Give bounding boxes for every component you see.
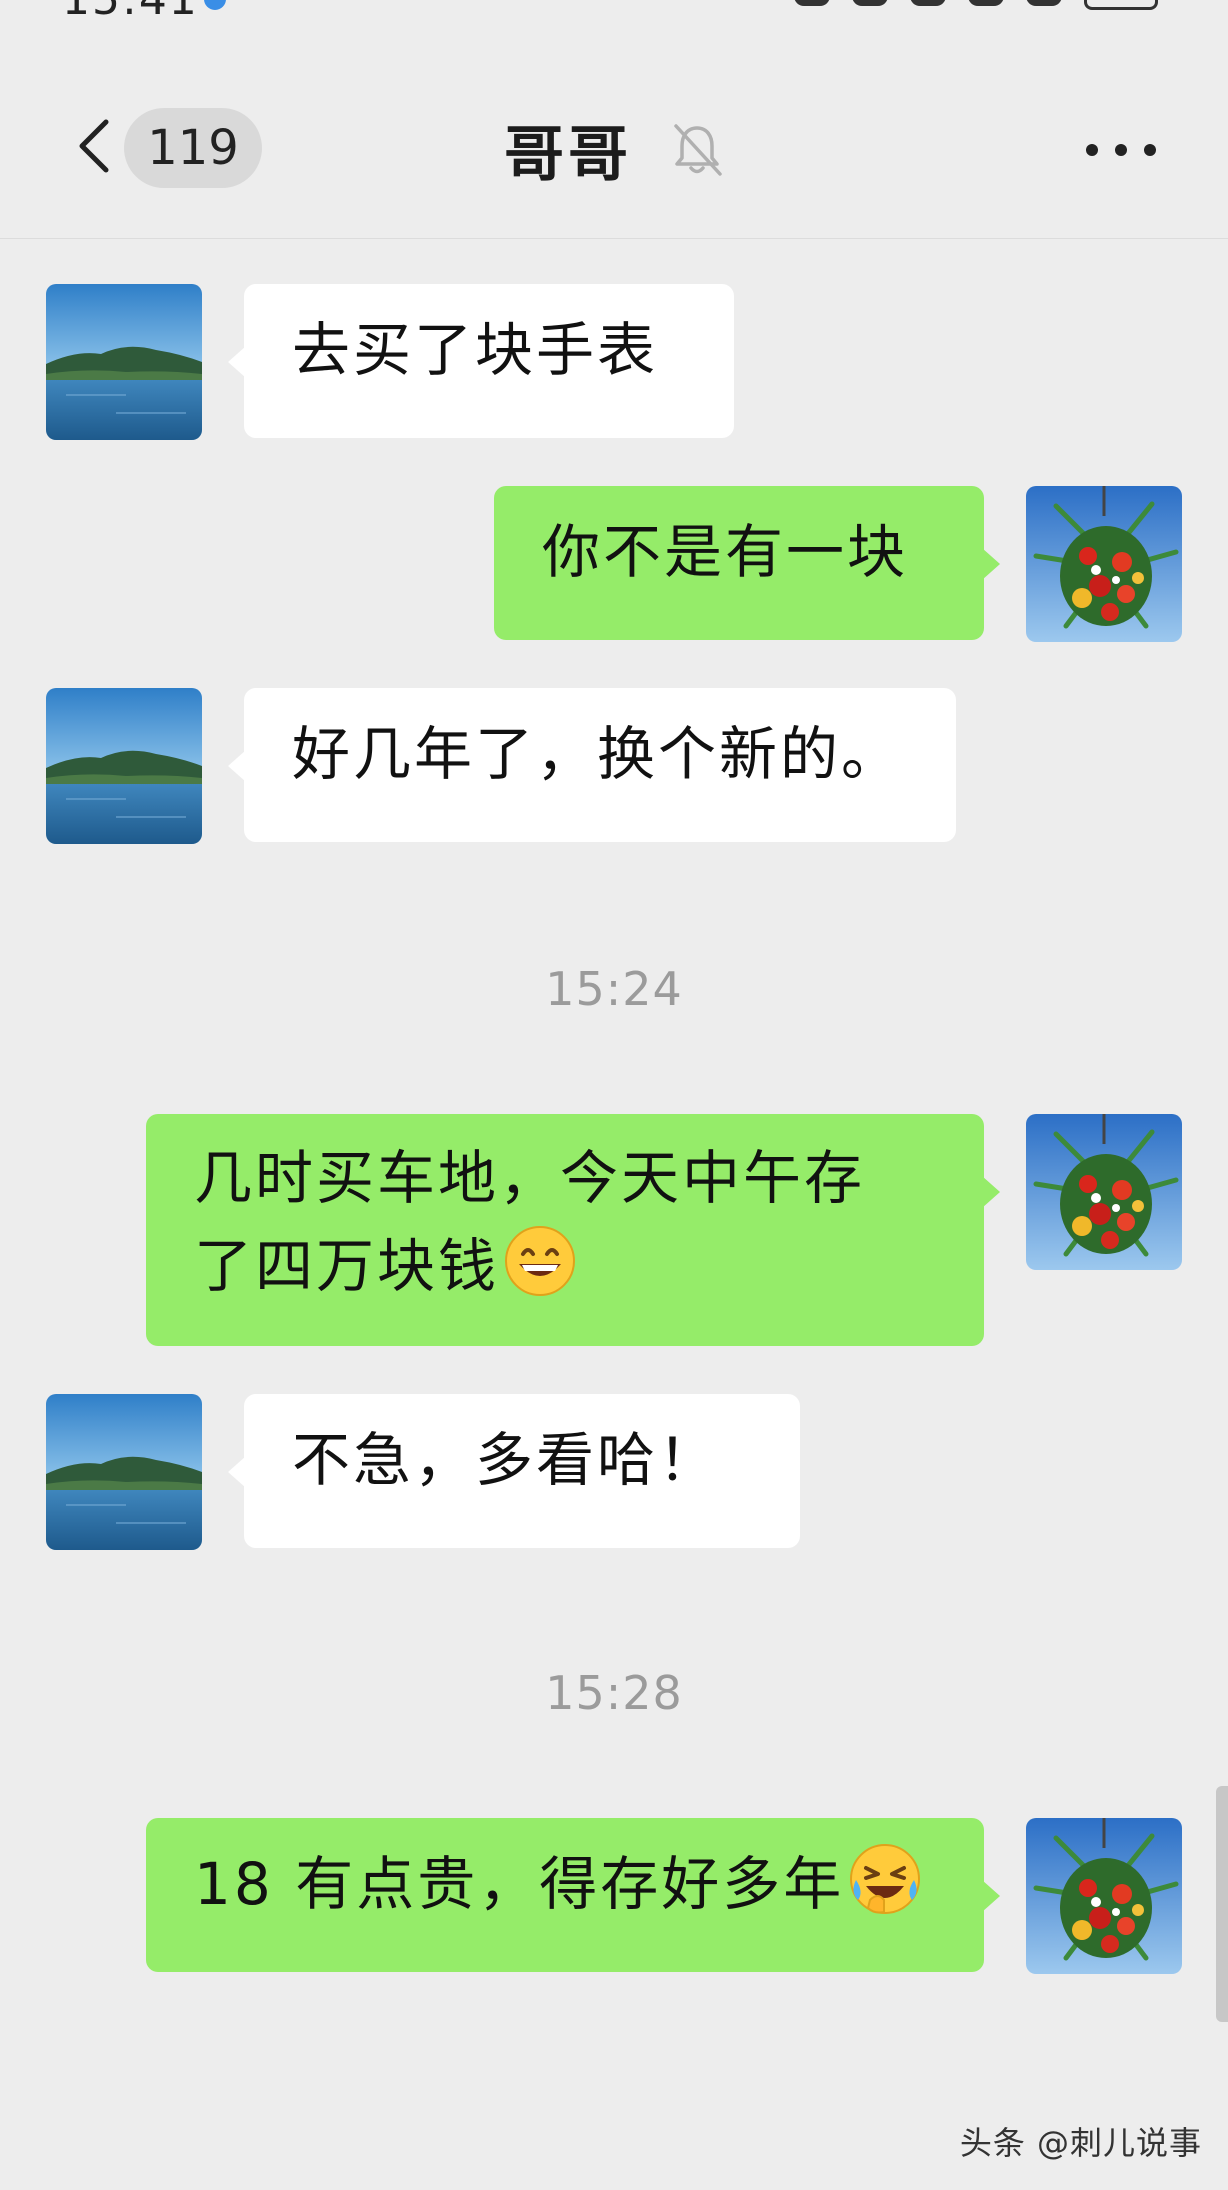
bell-off-icon <box>674 124 722 176</box>
message-text: 不急，多看哈！ <box>292 1426 720 1494</box>
status-bar: 15:41 <box>0 0 1228 22</box>
watermark: 头条 @刺儿说事 <box>959 2124 1202 2162</box>
dot <box>1144 144 1156 156</box>
my-avatar[interactable] <box>1026 1114 1182 1270</box>
my-avatar[interactable] <box>1026 486 1182 642</box>
message-bubble-sent[interactable]: 你不是有一块 <box>494 486 1000 640</box>
my-avatar[interactable] <box>1026 1818 1182 1974</box>
chat-title: 哥哥 <box>504 120 632 190</box>
message-bubble-received[interactable]: 去买了块手表 <box>228 284 734 438</box>
message-bubble-received[interactable]: 好几年了，换个新的。 <box>228 688 956 842</box>
status-time: 15:41 <box>62 0 199 22</box>
signal-icon <box>1026 0 1062 6</box>
unread-count-badge[interactable]: 119 <box>124 108 262 188</box>
alarm-icon <box>968 0 1004 6</box>
silent-icon <box>852 0 888 6</box>
grinning-face-emoji <box>505 1226 576 1296</box>
timestamp: 15:24 <box>545 962 683 1016</box>
flower-basket-image <box>1026 1818 1182 1974</box>
message-text: 好几年了，换个新的。 <box>292 720 903 788</box>
status-check-icon <box>204 0 226 10</box>
contact-avatar[interactable] <box>46 284 202 440</box>
contact-avatar[interactable] <box>46 688 202 844</box>
message-text: 你不是有一块 <box>542 518 909 586</box>
contact-avatar[interactable] <box>46 1394 202 1550</box>
lake-landscape-image <box>46 1394 202 1550</box>
status-icons <box>794 0 1158 12</box>
dot <box>1086 144 1098 156</box>
message-text-line: 了四万块钱 <box>194 1222 936 1310</box>
message-bubble-received[interactable]: 不急，多看哈！ <box>228 1394 800 1548</box>
rolling-on-floor-laughing-face-emoji <box>850 1844 921 1914</box>
battery-icon <box>1084 0 1158 10</box>
message-text: 了四万块钱 <box>194 1232 500 1300</box>
vibrate-icon <box>910 0 946 6</box>
flower-basket-image <box>1026 486 1182 642</box>
flower-basket-image <box>1026 1114 1182 1270</box>
timestamp: 15:28 <box>545 1666 683 1720</box>
message-bubble-sent[interactable]: 几时买车地，今天中午存 了四万块钱 <box>146 1114 1000 1346</box>
nfc-icon <box>794 0 830 6</box>
dot <box>1115 144 1127 156</box>
scrollbar[interactable] <box>1216 1786 1228 2022</box>
more-dots-icon[interactable] <box>1086 140 1156 160</box>
message-text: 18 有点贵，得存好多年 <box>194 1850 845 1918</box>
message-bubble-sent[interactable]: 18 有点贵，得存好多年 <box>146 1818 1000 1972</box>
chevron-left-icon[interactable] <box>68 118 124 174</box>
lake-landscape-image <box>46 284 202 440</box>
lake-landscape-image <box>46 688 202 844</box>
chat-header: 119 哥哥 <box>0 60 1228 232</box>
header-divider <box>0 238 1228 239</box>
message-text-line: 几时买车地，今天中午存 <box>194 1144 866 1212</box>
message-text: 去买了块手表 <box>292 316 659 384</box>
